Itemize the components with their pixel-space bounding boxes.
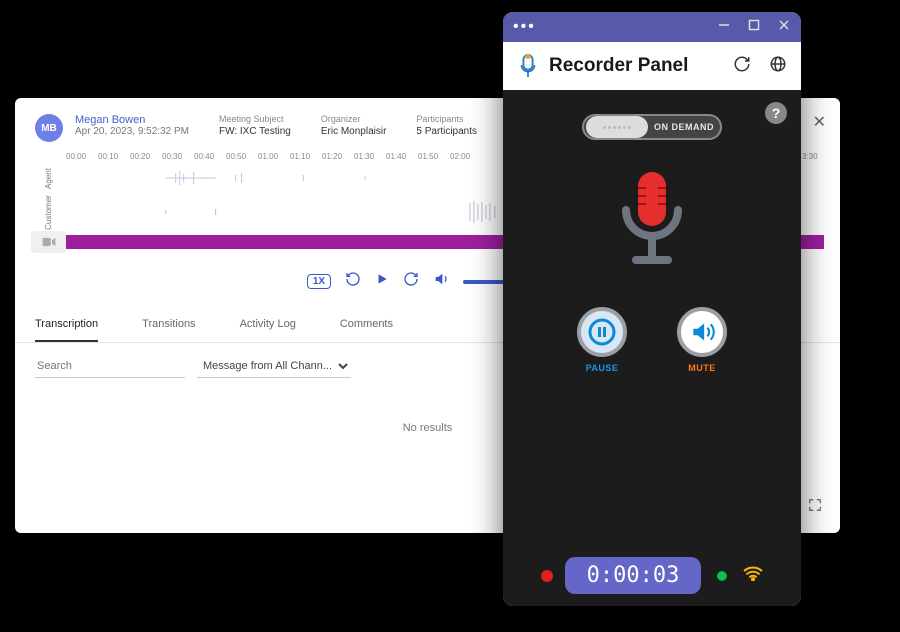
close-icon[interactable]: ✕ bbox=[813, 112, 826, 132]
owner-name: Megan Bowen bbox=[75, 114, 189, 126]
pause-label: PAUSE bbox=[577, 363, 627, 373]
timeline-tick: 01:30 bbox=[354, 152, 386, 161]
recorder-header: Recorder Panel bbox=[503, 42, 801, 90]
refresh-icon[interactable] bbox=[733, 55, 751, 78]
tab-comments[interactable]: Comments bbox=[340, 318, 393, 342]
timeline-tick: 02:00 bbox=[450, 152, 482, 161]
elapsed-time: 0:00:03 bbox=[565, 557, 702, 594]
timeline-tick: 01:20 bbox=[322, 152, 354, 161]
mute-label: MUTE bbox=[677, 363, 727, 373]
window-close-icon[interactable] bbox=[777, 18, 791, 36]
timeline-tick: 01:40 bbox=[386, 152, 418, 161]
meta-participants-label: Participants bbox=[416, 114, 477, 124]
window-minimize-icon[interactable] bbox=[717, 18, 731, 36]
channel-filter-select[interactable]: Message from All Chann... bbox=[197, 355, 351, 378]
recorder-title: Recorder Panel bbox=[549, 55, 688, 77]
timeline-tick: 00:50 bbox=[226, 152, 258, 161]
play-icon[interactable] bbox=[375, 272, 389, 291]
meta-subject-label: Meeting Subject bbox=[219, 114, 291, 124]
avatar: MB bbox=[35, 114, 63, 142]
timeline-tick: 00:30 bbox=[162, 152, 194, 161]
help-button[interactable]: ? bbox=[765, 102, 787, 124]
fullscreen-icon[interactable] bbox=[808, 498, 822, 515]
video-track-icon bbox=[31, 231, 66, 253]
forward-icon[interactable] bbox=[403, 271, 419, 292]
toggle-handle bbox=[586, 116, 648, 138]
timeline-tick: 00:40 bbox=[194, 152, 226, 161]
microphone-icon bbox=[503, 168, 801, 283]
timeline-tick: 01:10 bbox=[290, 152, 322, 161]
timeline-tick: 00:10 bbox=[98, 152, 130, 161]
timeline-tick: 01:50 bbox=[418, 152, 450, 161]
pause-button[interactable]: PAUSE bbox=[577, 307, 627, 373]
window-maximize-icon[interactable] bbox=[747, 18, 761, 36]
meta-organizer-value: Eric Monplaisir bbox=[321, 126, 387, 137]
timeline-tick: 00:00 bbox=[66, 152, 98, 161]
app-logo-icon bbox=[517, 52, 539, 80]
status-indicator-icon bbox=[713, 567, 731, 585]
meta-participants-value: 5 Participants bbox=[416, 126, 477, 137]
recording-mode-toggle[interactable]: ON DEMAND bbox=[582, 114, 722, 140]
rewind-icon[interactable] bbox=[345, 271, 361, 292]
recorder-body: ? ON DEMAND bbox=[503, 90, 801, 606]
mute-button[interactable]: MUTE bbox=[677, 307, 727, 373]
timeline-tick: 01:00 bbox=[258, 152, 290, 161]
timeline-tick: 3:30 bbox=[802, 152, 834, 161]
agent-track-label: Agent bbox=[44, 161, 53, 196]
tab-transcription[interactable]: Transcription bbox=[35, 318, 98, 342]
recorder-status-bar: 0:00:03 bbox=[503, 557, 801, 594]
playback-speed-button[interactable]: 1X bbox=[307, 274, 331, 289]
tab-transitions[interactable]: Transitions bbox=[142, 318, 195, 342]
titlebar-menu-icon[interactable]: ••• bbox=[513, 18, 536, 36]
customer-track-label: Customer bbox=[44, 195, 53, 230]
meta-organizer-label: Organizer bbox=[321, 114, 387, 124]
meeting-timestamp: Apr 20, 2023, 9:52:32 PM bbox=[75, 126, 189, 137]
wifi-icon bbox=[743, 565, 763, 586]
search-input[interactable] bbox=[35, 355, 185, 378]
volume-icon[interactable] bbox=[433, 271, 449, 292]
globe-icon[interactable] bbox=[769, 55, 787, 78]
tab-activity-log[interactable]: Activity Log bbox=[240, 318, 296, 342]
timeline-tick: 00:20 bbox=[130, 152, 162, 161]
toggle-ondemand-label: ON DEMAND bbox=[648, 122, 720, 132]
titlebar[interactable]: ••• bbox=[503, 12, 801, 42]
recorder-window: ••• Recorder Panel bbox=[503, 12, 801, 606]
recording-indicator-icon bbox=[541, 570, 553, 582]
meta-subject-value: FW: IXC Testing bbox=[219, 126, 291, 137]
